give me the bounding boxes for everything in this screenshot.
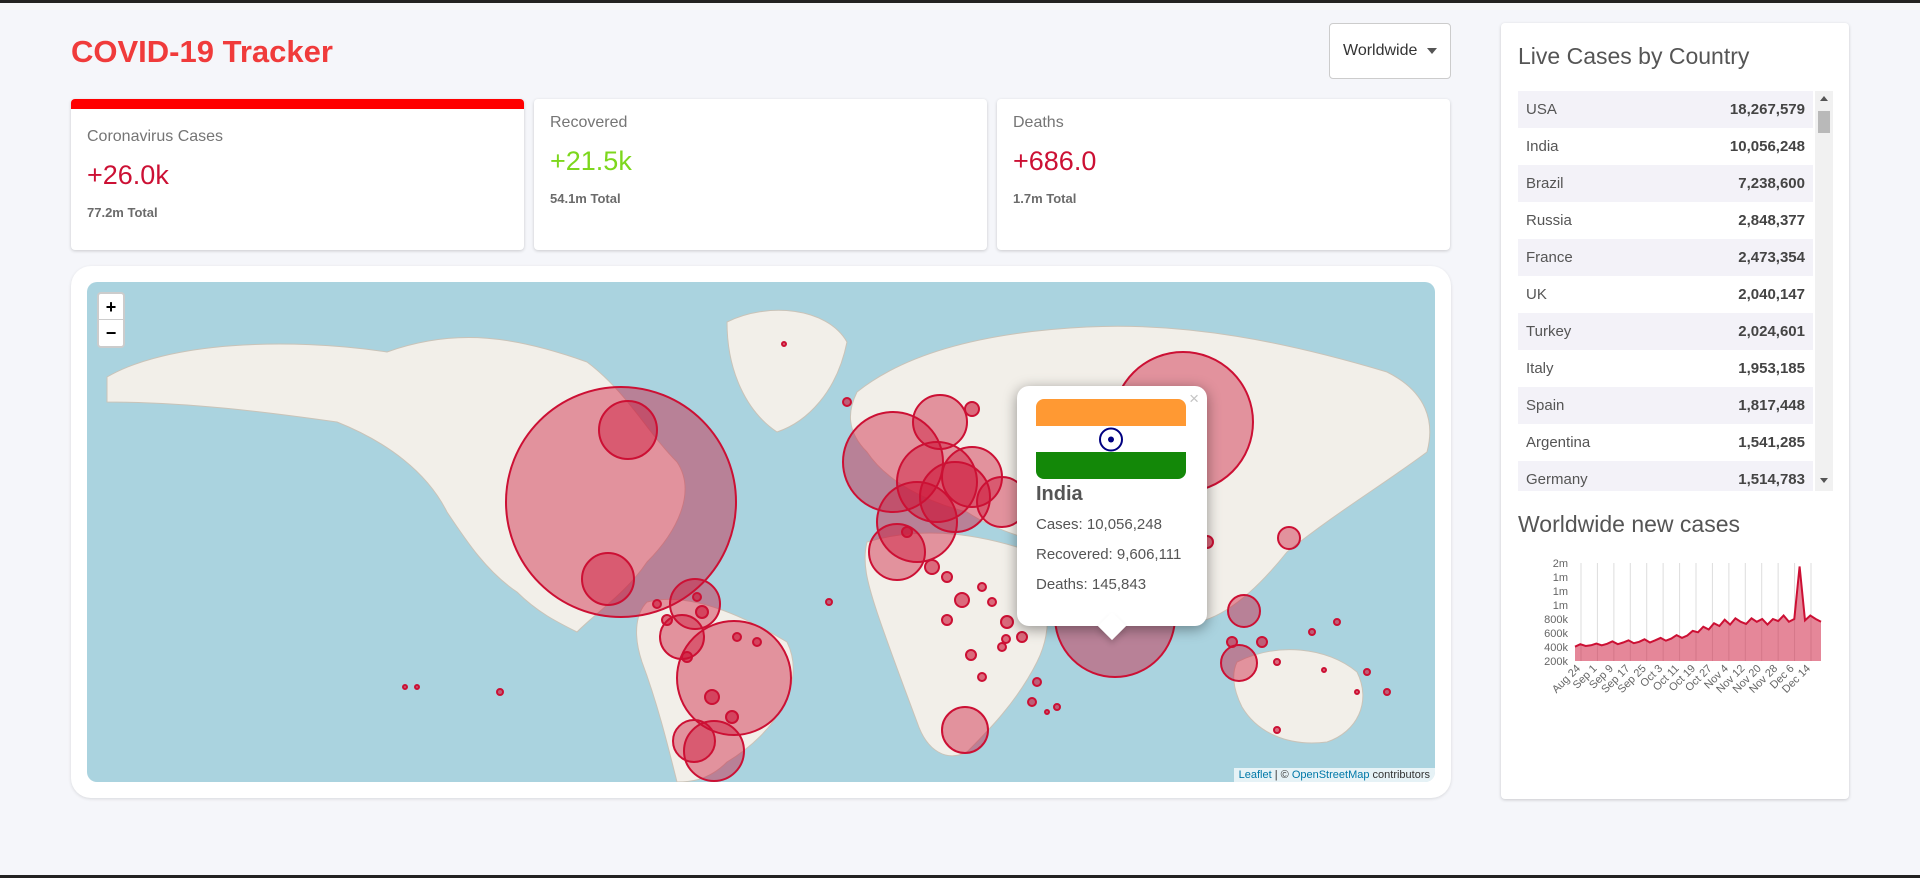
y-tick-label: 200k (1544, 656, 1568, 668)
table-cell-cases: 18,267,579 (1729, 101, 1805, 118)
popup-recovered: Recovered: 9,606,111 (1036, 546, 1182, 563)
popup-cases: Cases: 10,056,248 (1036, 516, 1162, 533)
country-select-value: Worldwide (1343, 42, 1418, 59)
table-row: France 2,473,354 (1518, 239, 1813, 276)
popup-country-name: India (1036, 483, 1083, 505)
y-tick-label: 1m (1553, 586, 1568, 598)
card-total: 77.2m Total (87, 205, 158, 220)
attribution-separator: | © (1271, 769, 1292, 781)
card-label: Deaths (1013, 114, 1064, 131)
table-cell-cases: 7,238,600 (1738, 175, 1805, 192)
zoom-out-button[interactable]: − (99, 320, 123, 346)
table-row: Spain 1,817,448 (1518, 387, 1813, 424)
country-popup: × India Cases: 10,056,248 Recovered: 9,6… (1017, 386, 1207, 641)
table-cell-cases: 1,953,185 (1738, 360, 1805, 377)
leaflet-link[interactable]: Leaflet (1239, 769, 1272, 781)
table-row: Argentina 1,541,285 (1518, 424, 1813, 461)
india-flag-image (1036, 399, 1186, 479)
table-cell-cases: 2,040,147 (1738, 286, 1805, 303)
table-row: Germany 1,514,783 (1518, 461, 1813, 491)
table-cell-cases: 10,056,248 (1729, 138, 1805, 155)
table-row: UK 2,040,147 (1518, 276, 1813, 313)
world-map[interactable]: + − × India Cases: 10,056,248 Recovered:… (87, 282, 1435, 782)
table-cell-cases: 2,848,377 (1738, 212, 1805, 229)
table-scrollbar[interactable] (1815, 91, 1833, 491)
selected-card-bar (71, 99, 524, 109)
table-cell-country: Spain (1526, 397, 1565, 414)
table-cell-cases: 2,024,601 (1738, 323, 1805, 340)
top-border (0, 0, 1920, 3)
card-value: +21.5k (550, 146, 632, 176)
popup-deaths: Deaths: 145,843 (1036, 576, 1147, 593)
y-tick-label: 1m (1553, 600, 1568, 612)
map-container: + − × India Cases: 10,056,248 Recovered:… (71, 266, 1451, 798)
scroll-up-icon[interactable] (1820, 96, 1828, 101)
cases-table[interactable]: USA 18,267,579 India 10,056,248 Brazil 7,238,… (1518, 91, 1833, 491)
deaths-card[interactable]: Deaths +686.0 1.7m Total (997, 99, 1450, 250)
table-rows: USA 18,267,579 India 10,056,248 Brazil 7,238,… (1518, 91, 1833, 491)
table-cell-cases: 1,817,448 (1738, 397, 1805, 414)
table-row: India 10,056,248 (1518, 128, 1813, 165)
chevron-down-icon (1427, 48, 1438, 54)
recovered-card[interactable]: Recovered +21.5k 54.1m Total (534, 99, 987, 250)
y-tick-label: 600k (1544, 628, 1568, 640)
table-cell-country: Italy (1526, 360, 1554, 377)
page-title: COVID-19 Tracker (71, 34, 333, 69)
y-tick-label: 1m (1553, 572, 1568, 584)
card-value: +686.0 (1013, 146, 1097, 176)
close-icon[interactable]: × (1189, 389, 1199, 409)
land-greenland (726, 309, 848, 433)
table-cell-country: UK (1526, 286, 1547, 303)
table-cell-country: Argentina (1526, 434, 1591, 451)
table-cell-cases: 2,473,354 (1738, 249, 1805, 266)
osm-link[interactable]: OpenStreetMap (1292, 769, 1370, 781)
card-total: 54.1m Total (550, 191, 621, 206)
table-cell-country: USA (1526, 101, 1557, 118)
scroll-down-icon[interactable] (1820, 478, 1828, 483)
zoom-in-button[interactable]: + (99, 294, 123, 320)
table-row: USA 18,267,579 (1518, 91, 1813, 128)
table-cell-country: India (1526, 138, 1559, 155)
chart-title: Worldwide new cases (1518, 511, 1741, 537)
country-select[interactable]: Worldwide (1329, 23, 1451, 79)
card-label: Recovered (550, 114, 628, 131)
scroll-thumb[interactable] (1818, 111, 1830, 133)
table-row: Turkey 2,024,601 (1518, 313, 1813, 350)
table-cell-country: Turkey (1526, 323, 1572, 340)
chart-svg: 2m1m1m1m800k600k400k200kAug 24Sep 1Sep 9… (1544, 558, 1822, 696)
table-cell-country: France (1526, 249, 1573, 266)
card-value: +26.0k (87, 160, 169, 190)
card-total: 1.7m Total (1013, 191, 1077, 206)
y-tick-label: 800k (1544, 614, 1568, 626)
y-tick-label: 400k (1544, 642, 1568, 654)
table-cell-country: Germany (1526, 471, 1588, 488)
table-row: Brazil 7,238,600 (1518, 165, 1813, 202)
area-fill (1575, 566, 1821, 661)
table-cell-cases: 1,541,285 (1738, 434, 1805, 451)
map-canvas (106, 309, 1431, 782)
cases-card[interactable]: Coronavirus Cases +26.0k 77.2m Total (71, 99, 524, 250)
table-row: Russia 2,848,377 (1518, 202, 1813, 239)
table-cell-country: Brazil (1526, 175, 1564, 192)
table-cell-cases: 1,514,783 (1738, 471, 1805, 488)
attribution-text: contributors (1369, 769, 1430, 781)
zoom-control: + − (97, 292, 125, 348)
table-row: Italy 1,953,185 (1518, 350, 1813, 387)
right-sidebar: Live Cases by Country USA 18,267,579 India… (1501, 23, 1849, 799)
new-cases-chart: 2m 1m 1m 1m 800k 600k 400k 200k Aug 24 Sep 1 Sep 9… (1518, 553, 1838, 733)
y-tick-label: 2m (1553, 558, 1568, 570)
map-attribution: Leaflet | © OpenStreetMap contributors (1233, 768, 1435, 782)
table-cell-country: Russia (1526, 212, 1572, 229)
table-title: Live Cases by Country (1518, 43, 1750, 69)
card-label: Coronavirus Cases (87, 128, 224, 145)
